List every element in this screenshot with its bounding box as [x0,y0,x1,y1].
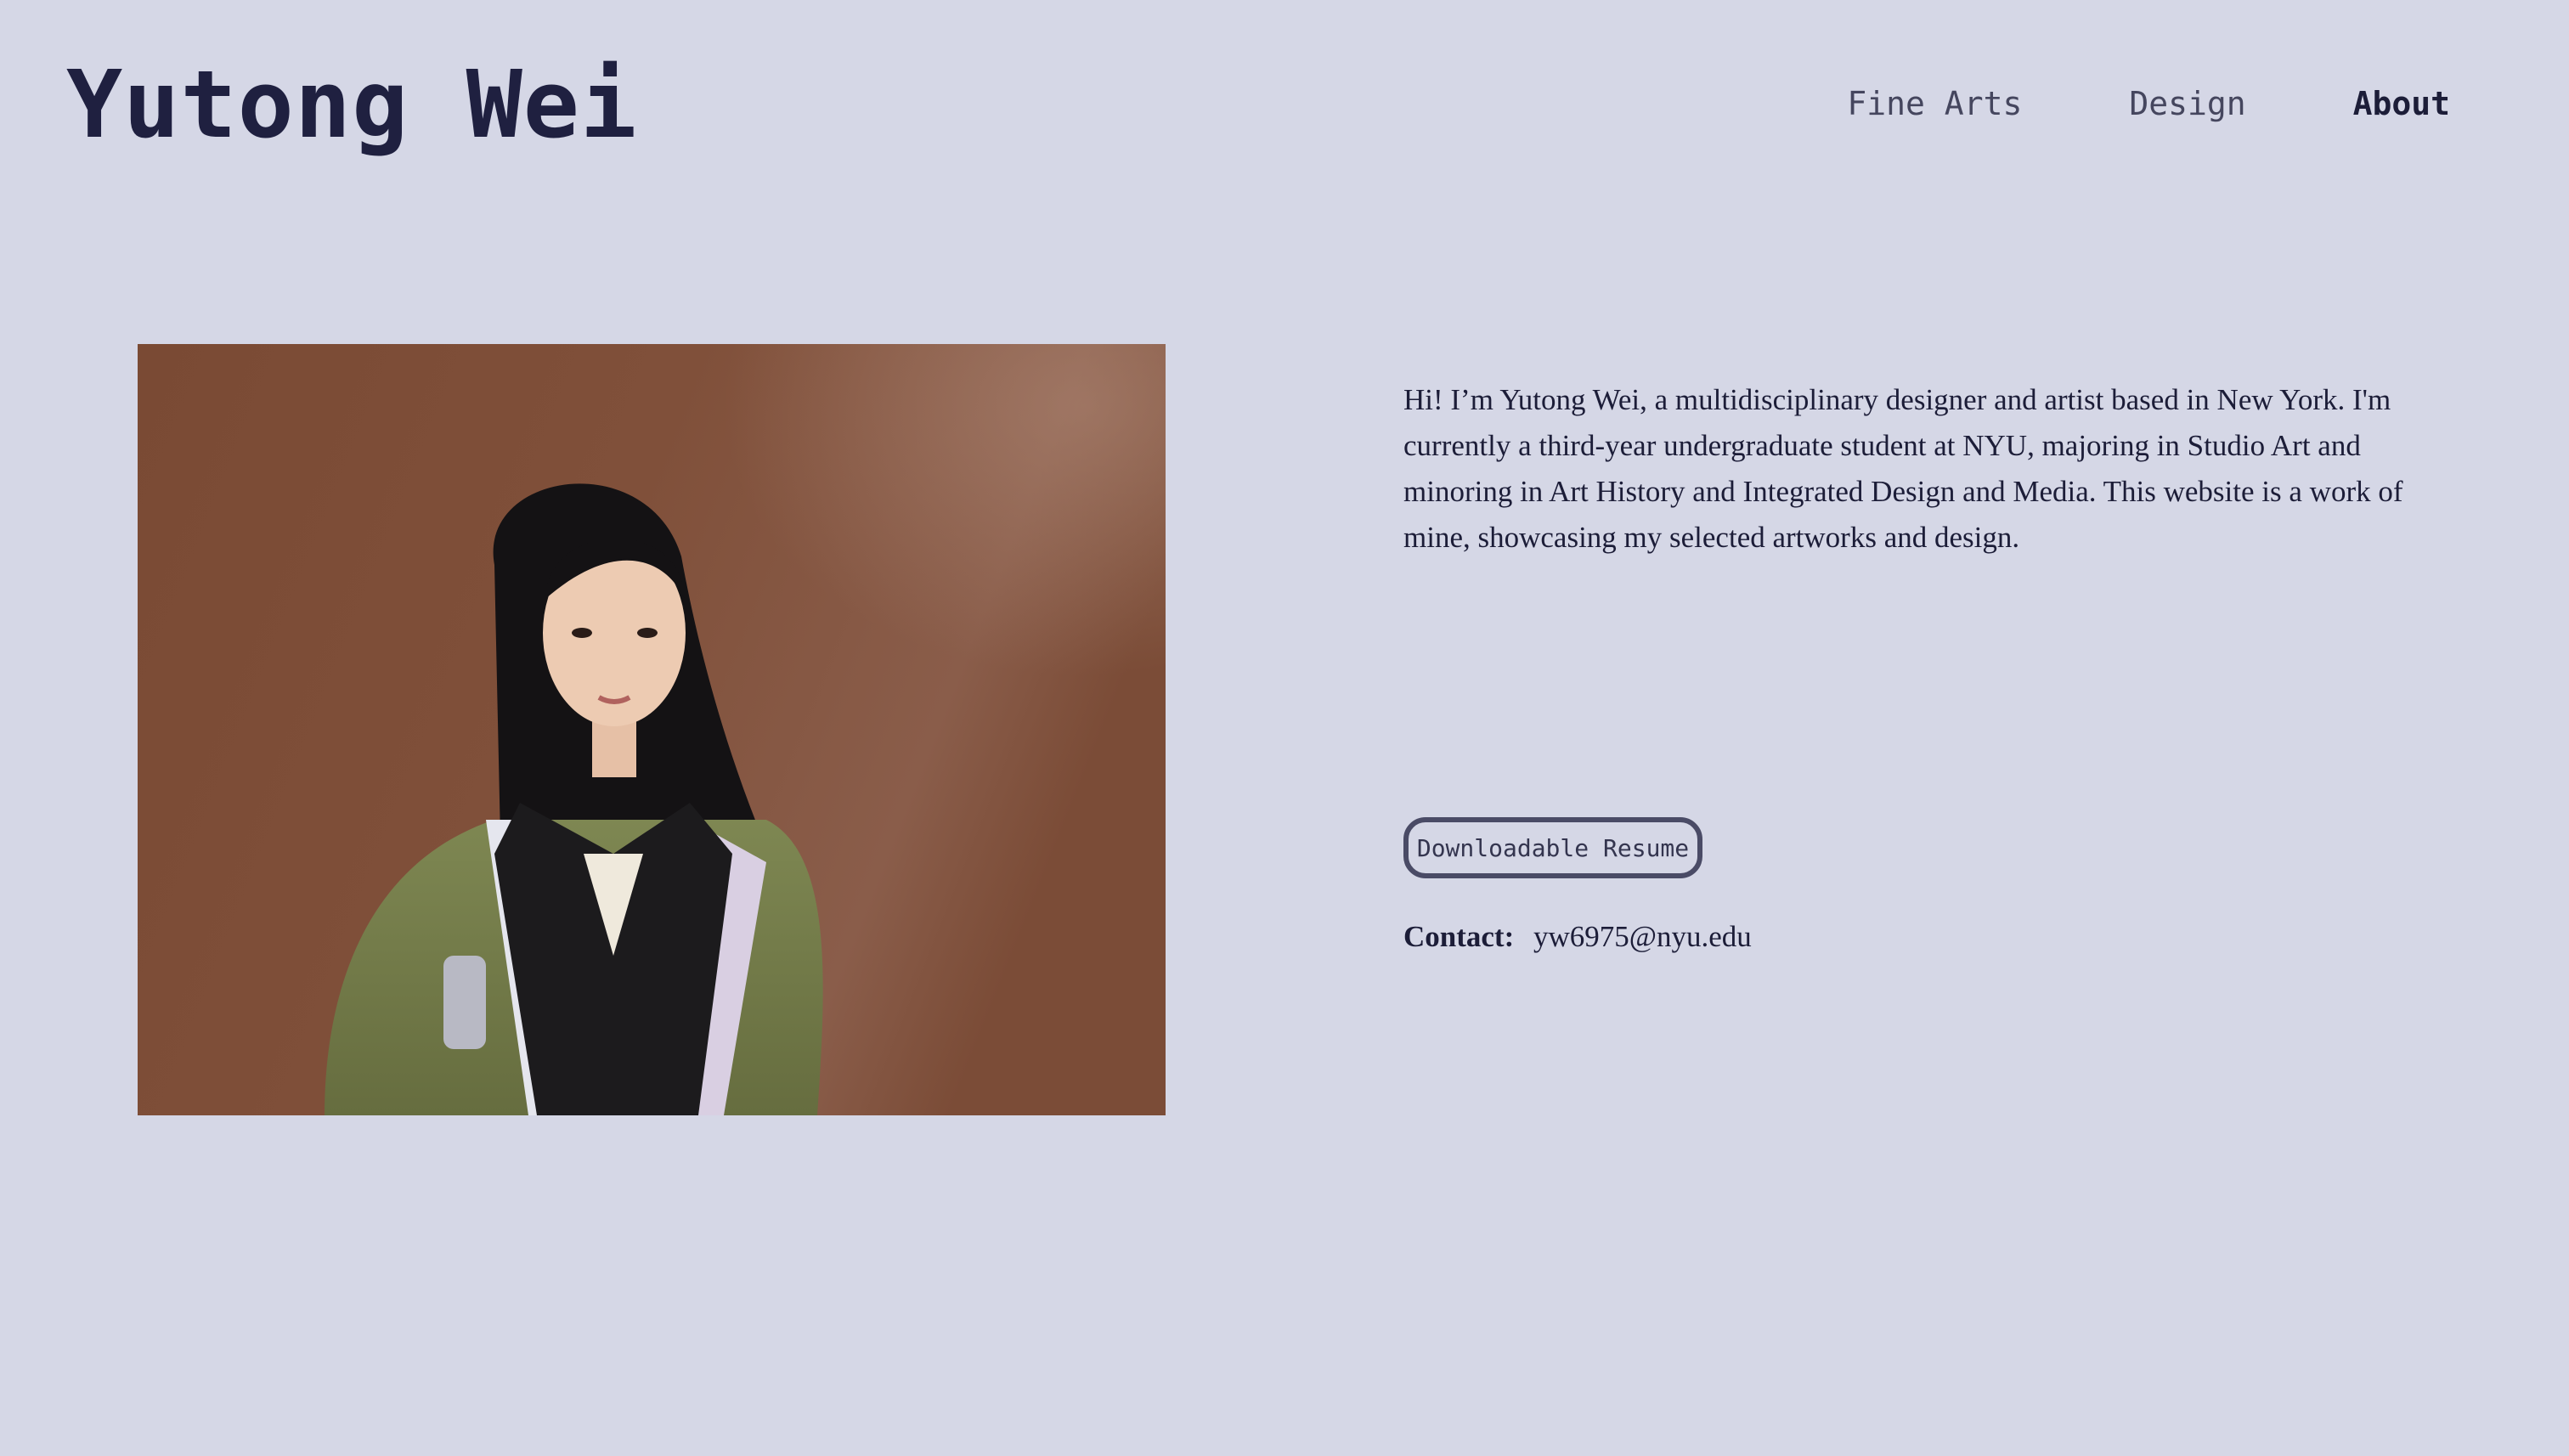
contact-line: Contact: yw6975@nyu.edu [1403,912,1752,962]
main-nav: Fine Arts Design About [1847,78,2450,129]
portrait-photo [138,344,1166,1115]
download-resume-button[interactable]: Downloadable Resume [1403,817,1702,878]
site-title[interactable]: Yutong Wei [66,41,637,168]
bio-text: Hi! I’m Yutong Wei, a multidisciplinary … [1403,383,2403,554]
nav-about[interactable]: About [2353,78,2450,129]
contact-email-link[interactable]: yw6975@nyu.edu [1533,920,1752,953]
nav-design[interactable]: Design [2129,78,2245,129]
contact-label: Contact: [1403,920,1515,953]
nav-fine-arts[interactable]: Fine Arts [1847,78,2022,129]
